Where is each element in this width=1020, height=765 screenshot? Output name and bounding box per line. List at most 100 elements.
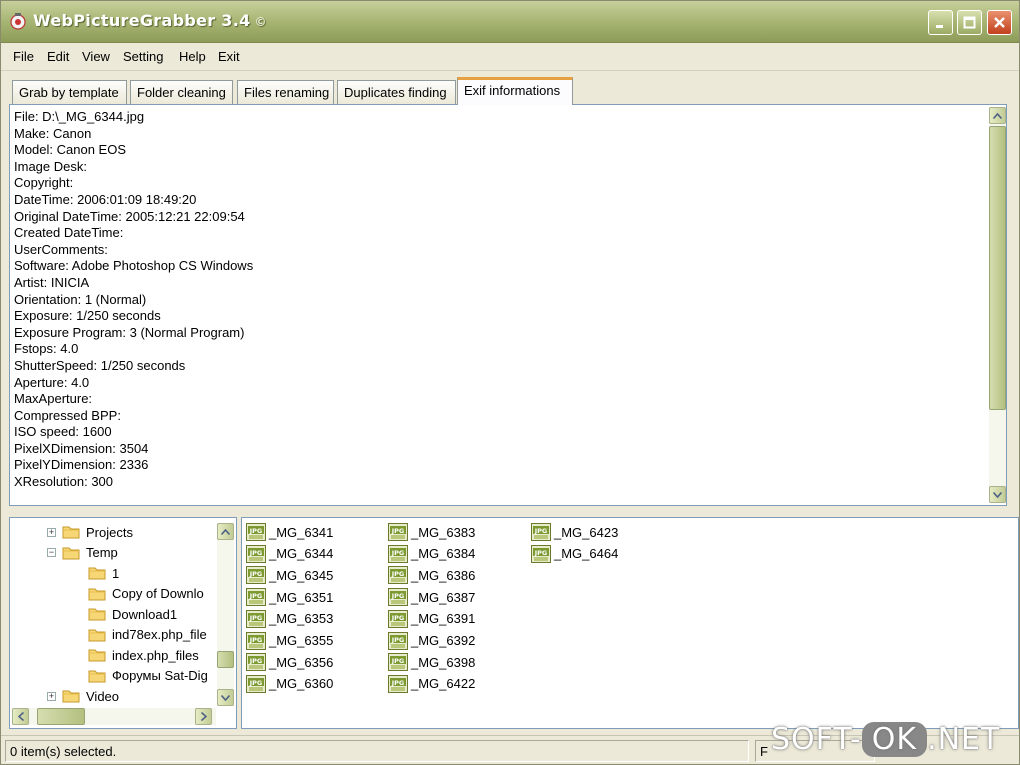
maximize-button[interactable]: [957, 10, 982, 35]
file-item[interactable]: JPG _MG_6351: [246, 587, 333, 607]
folder-icon: [62, 690, 80, 703]
tree-item[interactable]: − Temp: [47, 543, 118, 563]
svg-text:JPG: JPG: [391, 592, 405, 600]
exif-line: Make: Canon: [14, 125, 92, 141]
tree-hscroll-thumb[interactable]: [37, 708, 85, 725]
exif-line: MaxAperture:: [14, 391, 93, 407]
folder-tree[interactable]: + Projects − Temp 1 Copy of Downlo Download1 in…: [9, 517, 237, 729]
tree-item[interactable]: index.php_files: [88, 645, 199, 665]
exif-line: PixelYDimension: 2336: [14, 457, 149, 473]
svg-text:JPG: JPG: [249, 592, 263, 600]
menu-view[interactable]: View: [82, 49, 110, 64]
tree-item[interactable]: + Projects: [47, 522, 133, 542]
jpg-file-icon: JPG: [388, 544, 408, 563]
exif-line: ISO speed: 1600: [14, 424, 112, 440]
scroll-thumb[interactable]: [989, 126, 1006, 410]
file-item[interactable]: JPG _MG_6391: [388, 609, 475, 629]
file-name: _MG_6392: [411, 633, 476, 648]
file-item[interactable]: JPG _MG_6383: [388, 522, 475, 542]
file-item[interactable]: JPG _MG_6398: [388, 652, 475, 672]
svg-text:JPG: JPG: [249, 636, 263, 644]
tree-scroll-right-button[interactable]: [195, 708, 212, 725]
file-item[interactable]: JPG _MG_6345: [246, 565, 333, 585]
folder-icon: [88, 629, 106, 641]
menu-setting[interactable]: Setting: [123, 49, 163, 64]
tree-item[interactable]: ind78ex.php_file: [88, 625, 207, 645]
file-item[interactable]: JPG _MG_6384: [388, 544, 475, 564]
tree-horizontal-scrollbar[interactable]: [12, 708, 216, 725]
file-name: _MG_6387: [411, 589, 476, 605]
file-item[interactable]: JPG _MG_6360: [246, 674, 333, 694]
tab-folder-cleaning[interactable]: Folder cleaning: [130, 80, 233, 104]
tab-grab-by-template[interactable]: Grab by template: [12, 80, 127, 104]
tree-item-label: Video: [86, 688, 120, 704]
menu-edit[interactable]: Edit: [47, 49, 69, 64]
tree-item[interactable]: Copy of Downlo: [88, 584, 204, 604]
file-name: _MG_6345: [269, 567, 334, 583]
exif-vertical-scrollbar[interactable]: [989, 107, 1006, 503]
menu-help[interactable]: Help: [179, 49, 206, 64]
file-item[interactable]: JPG _MG_6422: [388, 674, 475, 694]
exif-line: Exposure Program: 3 (Normal Program): [14, 324, 245, 340]
browser-area: + Projects − Temp 1 Copy of Downlo Download1 in…: [9, 517, 1019, 732]
file-item[interactable]: JPG _MG_6353: [246, 609, 333, 629]
tree-scroll-down-button[interactable]: [217, 689, 234, 706]
tree-scroll-thumb[interactable]: [217, 651, 234, 668]
file-name: _MG_6391: [411, 611, 476, 627]
svg-text:JPG: JPG: [391, 570, 405, 578]
file-name: _MG_6384: [411, 546, 476, 562]
file-name: _MG_6464: [554, 546, 619, 562]
file-item[interactable]: JPG _MG_6341: [246, 522, 333, 542]
jpg-file-icon: JPG: [388, 631, 408, 650]
svg-text:JPG: JPG: [249, 657, 263, 665]
folder-icon: [62, 526, 80, 539]
exif-line: UserComments:: [14, 241, 108, 257]
close-button[interactable]: [987, 10, 1012, 35]
tree-item[interactable]: 1: [88, 563, 119, 583]
tree-vertical-scrollbar[interactable]: [217, 523, 234, 706]
watermark: SOFT- OK .NET: [771, 722, 1000, 757]
file-name: _MG_6355: [269, 633, 334, 648]
tab-exif-informations[interactable]: Exif informations: [457, 77, 573, 105]
file-item[interactable]: JPG _MG_6392: [388, 631, 475, 651]
tree-expand-toggle[interactable]: +: [47, 527, 56, 537]
exif-text-area[interactable]: File: D:\_MG_6344.jpg Make: Canon Model: C…: [9, 104, 1007, 506]
file-name: _MG_6351: [269, 589, 334, 605]
exif-line: PixelXDimension: 3504: [14, 440, 149, 456]
exif-line: DateTime: 2006:01:09 18:49:20: [14, 191, 197, 207]
jpg-file-icon: JPG: [246, 544, 266, 563]
tree-item[interactable]: Форумы Sat-Dig: [88, 666, 208, 686]
exif-line: XResolution: 300: [14, 474, 114, 490]
file-item[interactable]: JPG _MG_6355: [246, 631, 333, 651]
tree-expand-toggle[interactable]: −: [47, 548, 56, 557]
scroll-up-button[interactable]: [989, 107, 1006, 124]
file-item[interactable]: JPG _MG_6423: [531, 522, 618, 542]
jpg-file-icon: JPG: [531, 523, 551, 541]
scroll-down-button[interactable]: [989, 486, 1006, 503]
title-bar[interactable]: WebPictureGrabber 3.4 ©: [1, 1, 1019, 43]
window-title: WebPictureGrabber 3.4 ©: [33, 11, 267, 30]
tree-item[interactable]: Download1: [88, 604, 177, 624]
tree-expand-toggle[interactable]: +: [47, 691, 56, 701]
menu-exit[interactable]: Exit: [218, 49, 240, 64]
svg-text:JPG: JPG: [534, 527, 548, 535]
minimize-button[interactable]: [928, 10, 953, 35]
tree-item[interactable]: + Video: [47, 686, 119, 706]
tab-files-renaming[interactable]: Files renaming: [237, 80, 334, 104]
file-item[interactable]: JPG _MG_6386: [388, 565, 475, 585]
menu-file[interactable]: File: [13, 49, 34, 64]
exif-line: ShutterSpeed: 1/250 seconds: [14, 357, 186, 373]
tree-scroll-left-button[interactable]: [12, 708, 29, 725]
file-item[interactable]: JPG _MG_6464: [531, 544, 618, 564]
file-item[interactable]: JPG _MG_6344: [246, 544, 333, 564]
file-item[interactable]: JPG _MG_6387: [388, 587, 475, 607]
svg-text:JPG: JPG: [249, 527, 263, 535]
file-name: _MG_6386: [411, 567, 476, 583]
tree-item-label: Download1: [112, 606, 178, 622]
tab-duplicates-finding[interactable]: Duplicates finding: [337, 80, 456, 104]
folder-icon: [88, 567, 106, 580]
file-list[interactable]: JPG _MG_6341 JPG _MG_6344 JPG _MG_6345 JPG _MG_…: [241, 517, 1019, 729]
tree-scroll-up-button[interactable]: [217, 523, 234, 540]
file-item[interactable]: JPG _MG_6356: [246, 652, 333, 672]
status-selection: 0 item(s) selected.: [5, 740, 749, 762]
